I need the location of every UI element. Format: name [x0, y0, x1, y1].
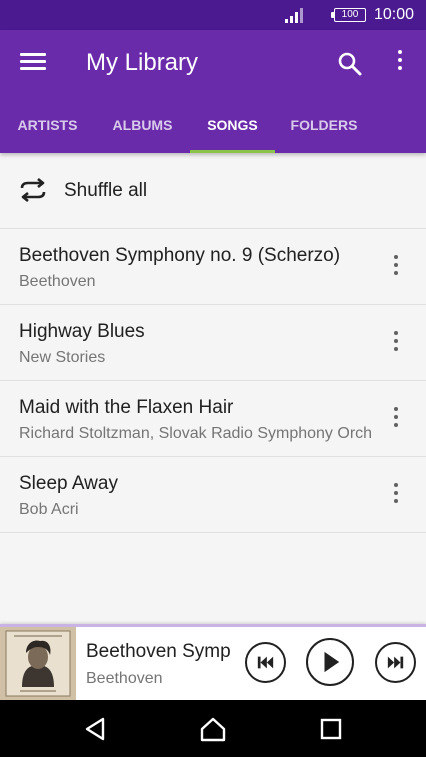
next-icon	[387, 656, 404, 669]
song-artist: Beethoven	[19, 273, 96, 290]
song-row[interactable]: Highway Blues New Stories	[0, 305, 426, 381]
song-artist: Bob Acri	[19, 501, 79, 518]
battery-indicator: 100	[334, 8, 366, 22]
song-title: Highway Blues	[19, 321, 145, 342]
status-time: 10:00	[374, 6, 415, 23]
home-icon[interactable]	[198, 714, 228, 744]
beethoven-portrait-icon	[0, 627, 76, 700]
more-vert-icon[interactable]	[386, 255, 406, 279]
back-icon[interactable]	[81, 714, 111, 744]
menu-icon[interactable]	[20, 50, 46, 76]
song-title: Beethoven Symphony no. 9 (Scherzo)	[19, 245, 341, 266]
screen: 100 10:00 My Library ARTISTS ALBUMS SONG…	[0, 0, 426, 757]
tab-albums[interactable]: ALBUMS	[95, 110, 190, 153]
play-icon	[324, 651, 340, 673]
previous-button[interactable]	[245, 642, 286, 683]
play-button[interactable]	[306, 638, 354, 686]
song-title: Sleep Away	[19, 473, 118, 494]
now-playing-title: Beethoven Symphony no. 9 (Scherzo)	[86, 641, 232, 662]
search-icon[interactable]	[336, 50, 364, 78]
more-vert-icon[interactable]	[390, 50, 410, 78]
tab-artists-label: ARTISTS	[17, 117, 78, 133]
more-vert-icon[interactable]	[386, 483, 406, 507]
recents-icon[interactable]	[316, 714, 346, 744]
more-vert-icon[interactable]	[386, 407, 406, 431]
song-title: Maid with the Flaxen Hair	[19, 397, 234, 418]
now-playing-bar[interactable]: Beethoven Symphony no. 9 (Scherzo) Beeth…	[0, 624, 426, 700]
song-row[interactable]: Maid with the Flaxen Hair Richard Stoltz…	[0, 381, 426, 457]
tab-songs[interactable]: SONGS	[190, 110, 275, 153]
app-bar: My Library ARTISTS ALBUMS SONGS FOLDERS	[0, 30, 426, 153]
song-artist: Richard Stoltzman, Slovak Radio Symphony…	[19, 425, 371, 442]
signal-icon	[285, 8, 303, 23]
shuffle-repeat-icon	[20, 177, 46, 203]
tab-bar: ARTISTS ALBUMS SONGS FOLDERS	[0, 110, 426, 153]
song-artist: New Stories	[19, 349, 106, 366]
tab-albums-label: ALBUMS	[112, 117, 173, 133]
tab-folders[interactable]: FOLDERS	[275, 110, 373, 153]
system-nav-bar	[0, 700, 426, 757]
status-bar: 100 10:00	[0, 0, 426, 30]
next-button[interactable]	[375, 642, 416, 683]
more-vert-icon[interactable]	[386, 331, 406, 355]
album-art[interactable]	[0, 627, 76, 700]
song-row[interactable]: Beethoven Symphony no. 9 (Scherzo) Beeth…	[0, 229, 426, 305]
now-playing-artist: Beethoven	[86, 670, 163, 687]
page-title: My Library	[86, 49, 199, 76]
shuffle-all-label: Shuffle all	[64, 180, 148, 201]
song-row[interactable]: Sleep Away Bob Acri	[0, 457, 426, 533]
tab-songs-label: SONGS	[207, 117, 258, 133]
shuffle-all-button[interactable]: Shuffle all	[0, 153, 426, 229]
tab-artists[interactable]: ARTISTS	[0, 110, 95, 153]
tab-folders-label: FOLDERS	[290, 117, 358, 133]
previous-icon	[257, 656, 274, 669]
